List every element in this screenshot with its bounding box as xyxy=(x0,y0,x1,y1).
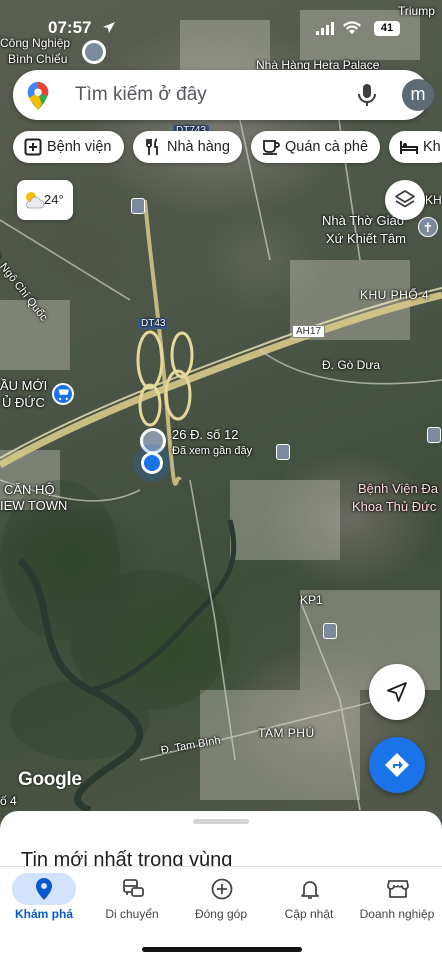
weather-chip[interactable]: 24° xyxy=(17,180,73,220)
bus-stop-icon[interactable] xyxy=(276,444,290,460)
area-label: KHU PHỐ 4 xyxy=(360,288,430,302)
explore-pin-icon xyxy=(36,878,52,900)
chip-coffee[interactable]: Quán cà phê xyxy=(251,131,381,163)
partly-cloudy-icon xyxy=(26,192,45,209)
route-shield: DT43 xyxy=(138,318,169,329)
microphone-icon[interactable] xyxy=(356,83,378,107)
nav-business[interactable]: Doanh nghiệp xyxy=(353,867,441,927)
chip-label: Kh xyxy=(423,139,441,155)
notifications-bell-icon xyxy=(301,881,319,899)
shopping-cart-icon[interactable] xyxy=(52,383,74,405)
nav-label: Cập nhật xyxy=(284,907,334,921)
street-label: ố 4 xyxy=(0,794,17,808)
route-shield: AH17 xyxy=(292,325,326,338)
weather-temperature: 24° xyxy=(44,192,64,207)
battery-indicator: 41 xyxy=(374,21,400,36)
search-input[interactable]: Tìm kiếm ở đây xyxy=(75,84,207,106)
current-location-dot xyxy=(141,452,163,474)
bus-stop-icon[interactable] xyxy=(427,427,441,443)
area-label: IEW TOWN xyxy=(0,498,68,513)
chip-hotel[interactable]: Kh xyxy=(389,131,442,163)
navigation-arrow-icon xyxy=(387,682,407,702)
nav-explore[interactable]: Khám phá xyxy=(0,867,88,927)
map-label: ẦU MỚI xyxy=(0,378,48,393)
restaurant-icon xyxy=(146,138,158,155)
business-store-icon xyxy=(387,880,409,898)
nav-contribute[interactable]: Đóng góp xyxy=(177,867,265,927)
hospital-icon xyxy=(24,138,42,156)
google-maps-pin-icon xyxy=(27,82,49,110)
location-arrow-icon xyxy=(103,22,115,33)
directions-button[interactable] xyxy=(369,737,425,793)
nav-commute-highlight xyxy=(100,873,164,905)
coffee-icon xyxy=(263,140,280,155)
area-label: TAM PHÚ xyxy=(258,726,315,740)
status-bar: 07:57 41 xyxy=(0,0,442,46)
area-label: CĂN HỘ xyxy=(4,482,55,497)
cellular-signal-icon xyxy=(316,22,334,35)
account-avatar[interactable]: m xyxy=(402,79,434,111)
street-label: Đ. Gò Dưa xyxy=(322,358,381,372)
contribute-plus-icon xyxy=(211,878,233,900)
nav-label: Khám phá xyxy=(14,907,73,921)
nav-updates-highlight xyxy=(277,873,341,905)
map-layers-button[interactable] xyxy=(385,180,425,220)
home-indicator[interactable] xyxy=(142,947,302,952)
google-attribution: Google xyxy=(18,769,82,790)
nav-explore-highlight xyxy=(12,873,76,905)
commute-icon xyxy=(123,879,144,897)
church-icon[interactable]: ✝ xyxy=(418,217,438,237)
nav-label: Di chuyển xyxy=(105,907,159,921)
map-label: Bình Chiểu xyxy=(8,52,68,66)
directions-icon xyxy=(385,753,409,777)
place-status-label: Đã xem gần đây xyxy=(172,445,253,457)
map-label: Khoa Thủ Đức xyxy=(352,499,437,514)
chip-label: Nhà hàng xyxy=(167,139,230,155)
chip-label: Bệnh viện xyxy=(47,139,112,155)
place-name-label[interactable]: 26 Đ. số 12 xyxy=(172,427,239,442)
nav-business-highlight xyxy=(365,873,429,905)
chip-label: Quán cà phê xyxy=(285,139,369,155)
recent-place-pin-icon[interactable] xyxy=(140,428,166,454)
layers-icon xyxy=(395,190,415,208)
category-chips: Bệnh viện Nhà hàng Quán cà phê Kh xyxy=(0,131,442,165)
map-label: Ủ ĐỨC xyxy=(2,395,45,410)
bus-stop-icon[interactable] xyxy=(323,623,337,639)
nav-label: Doanh nghiệp xyxy=(359,907,435,921)
map-label: Xứ Khiết Tâm xyxy=(326,231,406,246)
chip-hospital[interactable]: Bệnh viện xyxy=(13,131,124,163)
nav-updates[interactable]: Cập nhật xyxy=(265,867,353,927)
map-label: Bệnh Viện Đa xyxy=(358,481,438,496)
sheet-drag-handle[interactable] xyxy=(193,819,249,824)
status-time: 07:57 xyxy=(48,18,92,37)
wifi-icon xyxy=(343,21,361,34)
my-location-button[interactable] xyxy=(369,664,425,720)
chip-restaurant[interactable]: Nhà hàng xyxy=(133,131,242,163)
hotel-icon xyxy=(400,141,418,154)
bus-stop-icon[interactable] xyxy=(131,198,145,214)
map-label: KH xyxy=(425,193,442,207)
area-label: KP1 xyxy=(300,593,323,607)
search-bar[interactable]: Tìm kiếm ở đây m xyxy=(13,70,434,120)
nav-contribute-highlight xyxy=(189,873,253,905)
nav-commute[interactable]: Di chuyển xyxy=(88,867,176,927)
bottom-navigation: Khám phá Di chuyển Đóng góp Cập nhật Doa… xyxy=(0,866,442,960)
nav-label: Đóng góp xyxy=(194,907,248,921)
